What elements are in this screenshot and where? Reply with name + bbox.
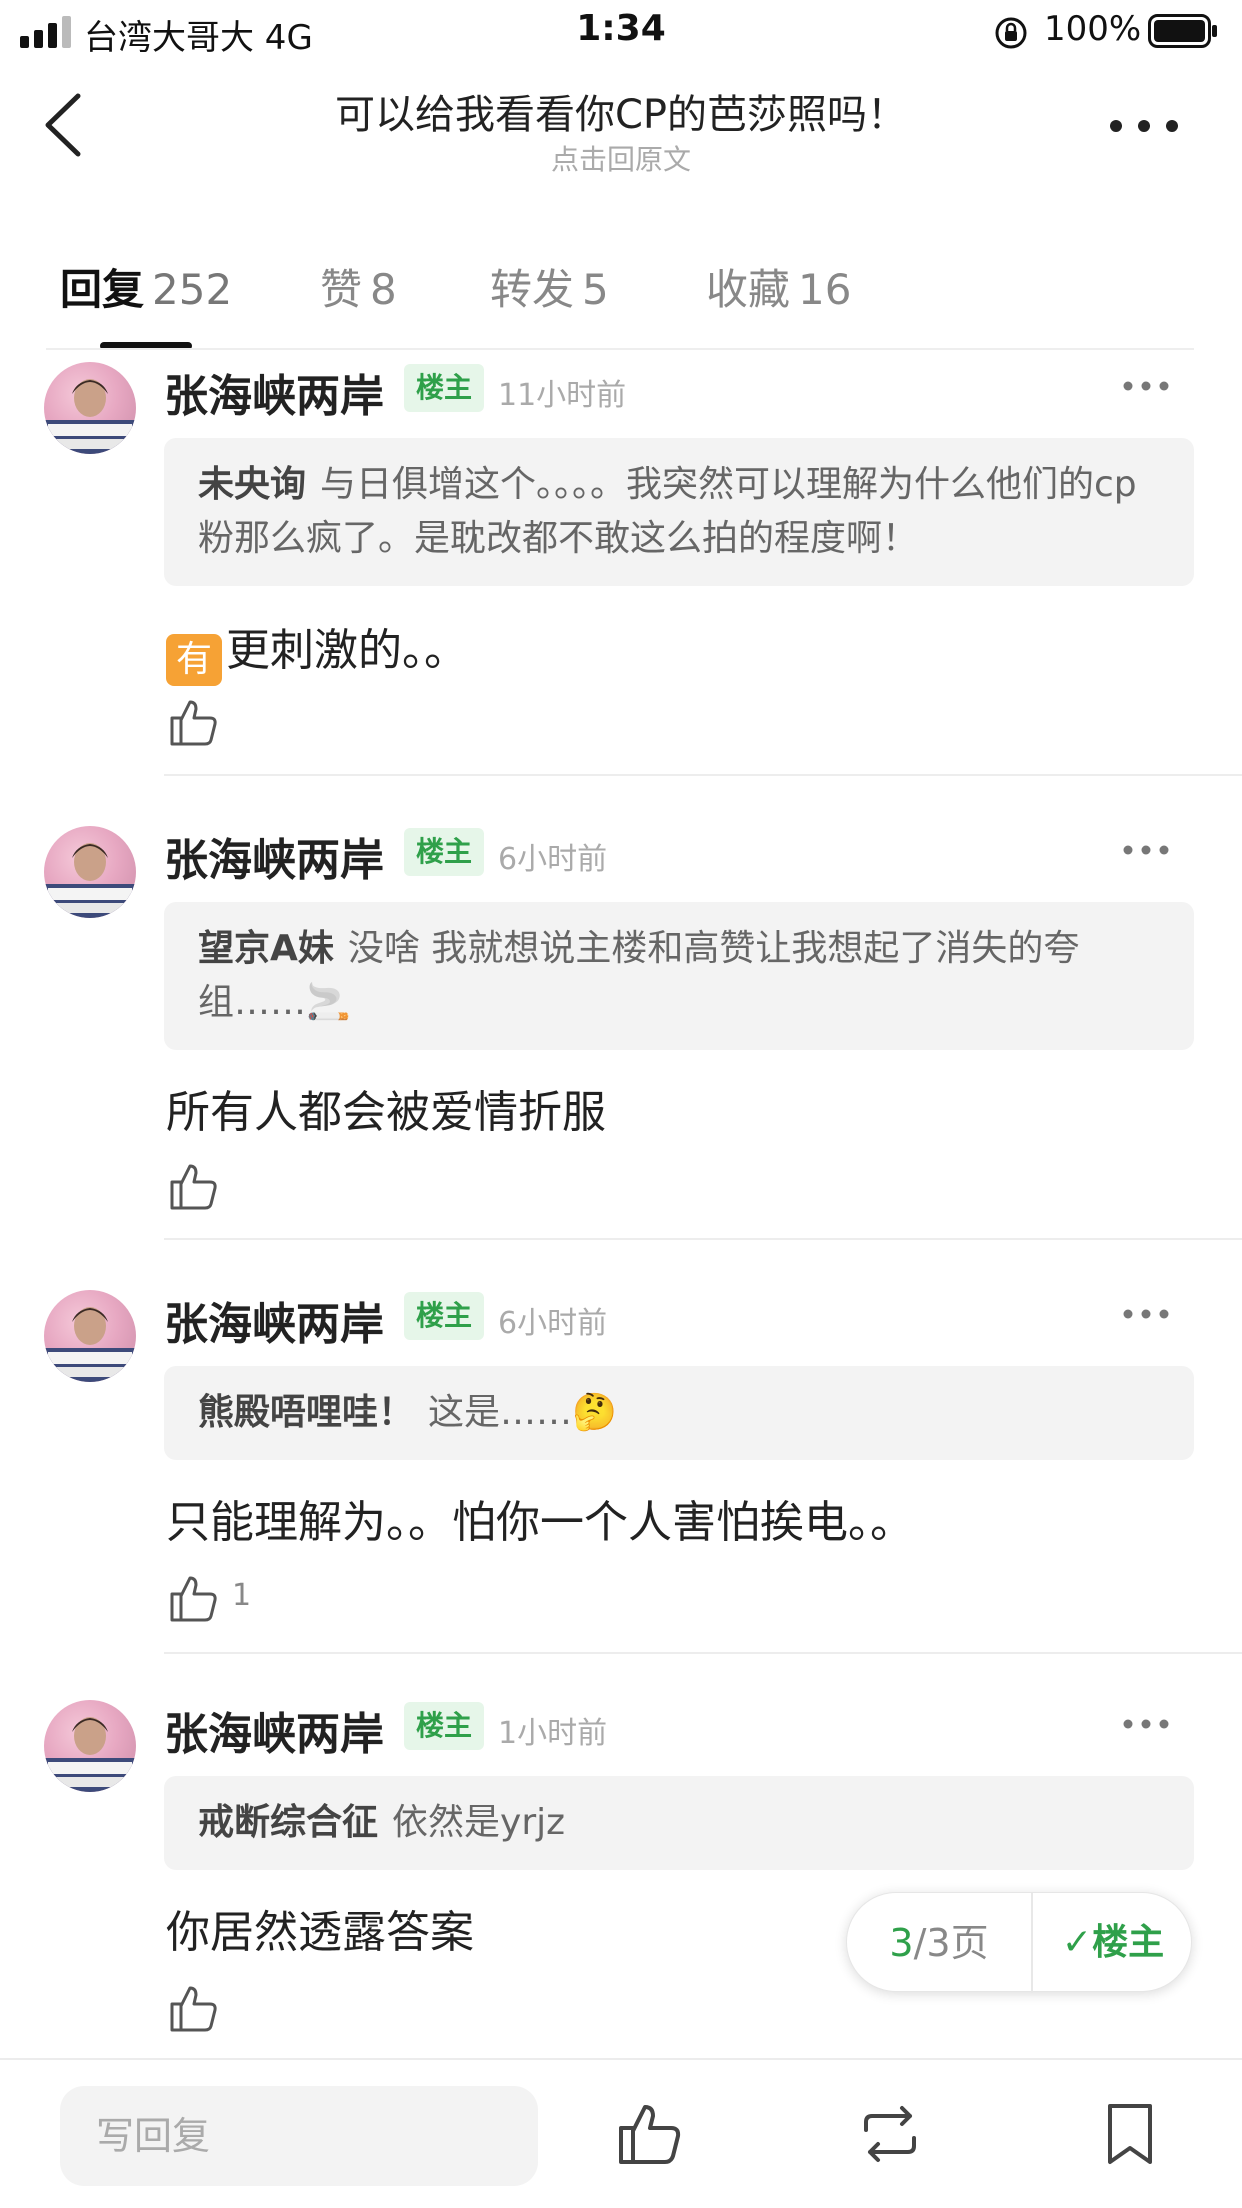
thumb-up-icon[interactable] bbox=[616, 2100, 684, 2168]
op-badge: 楼主 bbox=[404, 1702, 485, 1750]
more-dots-icon[interactable] bbox=[1120, 366, 1172, 406]
bookmark-icon[interactable] bbox=[1096, 2100, 1164, 2168]
reply-text: 所有人都会被爱情折服 bbox=[166, 1087, 606, 1138]
tab-label: 回复 bbox=[60, 265, 145, 314]
reply-text: 只能理解为。。怕你一个人害怕挨电。。 bbox=[166, 1497, 914, 1548]
thumb-up-icon[interactable] bbox=[168, 1160, 220, 1212]
tab-count: 5 bbox=[582, 265, 609, 314]
more-dots-icon[interactable] bbox=[1120, 1704, 1172, 1744]
quote-username: 望京A妹 bbox=[198, 928, 334, 969]
avatar[interactable] bbox=[44, 826, 136, 918]
op-badge: 楼主 bbox=[404, 828, 485, 876]
total-pages: /3页 bbox=[913, 1921, 989, 1965]
avatar-image bbox=[44, 1717, 136, 1792]
reply-item: 张海峡两岸 楼主 6小时前 望京A妹 没啥 我就想说主楼和高赞让我想起了消失的夸组… bbox=[0, 820, 1242, 1240]
back-chevron-icon[interactable] bbox=[36, 90, 96, 160]
avatar-image bbox=[44, 379, 136, 454]
op-badge: 楼主 bbox=[404, 364, 485, 412]
tab-count: 16 bbox=[798, 265, 852, 314]
quote-username: 未央询 bbox=[198, 464, 307, 505]
page-title: 可以给我看看你CP的芭莎照吗！ bbox=[334, 92, 908, 138]
tab-count: 252 bbox=[152, 265, 233, 314]
tab-replies[interactable]: 回复 252 bbox=[60, 256, 232, 317]
quoted-reply[interactable]: 未央询 与日俱增这个。。。。我突然可以理解为什么他们的cp粉那么疯了。是耽改都不敢… bbox=[164, 438, 1194, 586]
reply-time: 1小时前 bbox=[498, 1716, 608, 1751]
reply-time: 11小时前 bbox=[498, 378, 627, 413]
reply-text: 更刺激的。。 bbox=[226, 625, 468, 676]
current-page: 3 bbox=[889, 1921, 914, 1965]
avatar[interactable] bbox=[44, 362, 136, 454]
reply-item: 张海峡两岸 楼主 1小时前 戒断综合征 依然是yrjz 你居然透露答案 bbox=[0, 1694, 1242, 2054]
quoted-reply[interactable]: 望京A妹 没啥 我就想说主楼和高赞让我想起了消失的夸组……🚬 bbox=[164, 902, 1194, 1050]
thumb-up-icon[interactable] bbox=[168, 1982, 220, 2034]
reply-content: 有更刺激的。。 bbox=[166, 614, 468, 686]
more-dots-icon[interactable] bbox=[1120, 830, 1172, 870]
quote-text: 与日俱增这个。。。。我突然可以理解为什么他们的cp粉那么疯了。是耽改都不敢这么拍… bbox=[198, 464, 1137, 559]
op-badge: 楼主 bbox=[404, 1292, 485, 1340]
reply-content: 你居然透露答案 bbox=[166, 1896, 474, 1960]
thumb-up-icon[interactable] bbox=[168, 696, 220, 748]
page-indicator[interactable]: 3/3页 bbox=[847, 1893, 1031, 1993]
tab-bar: 回复 252 赞8 转发 5 收藏 16 bbox=[0, 250, 1242, 350]
share-icon[interactable] bbox=[856, 2100, 924, 2168]
username[interactable]: 张海峡两岸 bbox=[164, 360, 384, 424]
avatar[interactable] bbox=[44, 1700, 136, 1792]
username[interactable]: 张海峡两岸 bbox=[164, 824, 384, 888]
back-to-original-link[interactable]: 点击回原文 bbox=[200, 138, 1042, 178]
quoted-reply[interactable]: 熊殿唔哩哇！ 这是……🤔 bbox=[164, 1366, 1194, 1460]
quoted-reply[interactable]: 戒断综合征 依然是yrjz bbox=[164, 1776, 1194, 1870]
tab-label: 赞 bbox=[320, 265, 363, 314]
reply-time: 6小时前 bbox=[498, 842, 608, 877]
tab-label: 转发 bbox=[490, 265, 575, 314]
quote-text: 依然是yrjz bbox=[392, 1802, 566, 1843]
avatar-image bbox=[44, 843, 136, 918]
reply-item: 张海峡两岸 楼主 11小时前 未央询 与日俱增这个。。。。我突然可以理解为什么他们… bbox=[0, 356, 1242, 776]
reply-input[interactable]: 写回复 bbox=[60, 2086, 538, 2186]
divider bbox=[164, 1238, 1242, 1240]
divider bbox=[164, 1652, 1242, 1654]
tab-count: 8 bbox=[370, 265, 397, 314]
bottom-bar-divider bbox=[0, 2058, 1242, 2060]
username[interactable]: 张海峡两岸 bbox=[164, 1698, 384, 1762]
page-pill: 3/3页 ✓楼主 bbox=[846, 1892, 1193, 1993]
op-only-filter-button[interactable]: ✓楼主 bbox=[1033, 1893, 1193, 1993]
nav-bar: 可以给我看看你CP的芭莎照吗！ 点击回原文 bbox=[0, 62, 1242, 192]
divider bbox=[46, 348, 1194, 350]
avatar[interactable] bbox=[44, 1290, 136, 1382]
quote-text: 这是……🤔 bbox=[428, 1392, 617, 1433]
quote-username: 戒断综合征 bbox=[198, 1802, 379, 1843]
tab-reposts[interactable]: 转发 5 bbox=[490, 256, 609, 317]
battery-icon bbox=[1148, 14, 1217, 48]
tab-favorites[interactable]: 收藏 16 bbox=[706, 256, 851, 317]
reply-item: 张海峡两岸 楼主 6小时前 熊殿唔哩哇！ 这是……🤔 只能理解为。。怕你一个人害怕… bbox=[0, 1284, 1242, 1694]
reply-time: 6小时前 bbox=[498, 1306, 608, 1341]
yes-emoji: 有 bbox=[166, 634, 222, 686]
avatar-image bbox=[44, 1307, 136, 1382]
more-dots-icon[interactable] bbox=[1104, 102, 1184, 150]
like-count: 1 bbox=[232, 1578, 252, 1613]
battery-percent: 100% bbox=[1044, 9, 1142, 49]
tab-likes[interactable]: 赞8 bbox=[320, 256, 397, 317]
divider bbox=[164, 774, 1242, 776]
reply-text: 你居然透露答案 bbox=[166, 1907, 474, 1958]
thumb-up-icon[interactable] bbox=[168, 1572, 220, 1624]
status-bar: 台湾大哥大 4G 1:34 100% bbox=[0, 0, 1242, 62]
quote-username: 熊殿唔哩哇！ bbox=[198, 1392, 415, 1433]
tab-label: 收藏 bbox=[706, 265, 791, 314]
username[interactable]: 张海峡两岸 bbox=[164, 1288, 384, 1352]
reply-content: 只能理解为。。怕你一个人害怕挨电。。 bbox=[166, 1486, 914, 1550]
rotation-lock-icon bbox=[995, 17, 1027, 49]
more-dots-icon[interactable] bbox=[1120, 1294, 1172, 1334]
reply-content: 所有人都会被爱情折服 bbox=[166, 1076, 606, 1140]
